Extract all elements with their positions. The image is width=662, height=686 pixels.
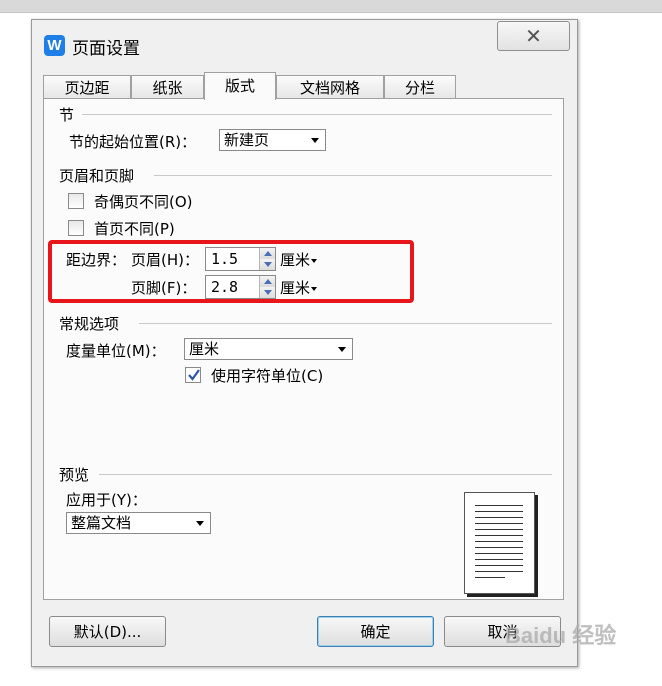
odd-even-label: 奇偶页不同(O) bbox=[94, 193, 193, 211]
page-preview-thumbnail bbox=[464, 492, 535, 594]
apply-to-select[interactable]: 整篇文档 bbox=[66, 512, 211, 534]
measure-unit-select[interactable]: 厘米 bbox=[184, 338, 353, 360]
general-options-group-title: 常规选项 bbox=[59, 315, 120, 333]
default-button[interactable]: 默认(D)... bbox=[49, 616, 166, 647]
odd-even-checkbox[interactable] bbox=[68, 193, 84, 209]
char-unit-checkbox[interactable] bbox=[185, 367, 201, 383]
preview-group-title: 预览 bbox=[59, 466, 90, 484]
tab-paper[interactable]: 纸张 bbox=[131, 75, 204, 99]
measure-unit-value: 厘米 bbox=[189, 340, 220, 358]
divider bbox=[99, 474, 552, 475]
layout-tab-panel: 节 节的起始位置(R)： 新建页 页眉和页脚 奇偶页不同(O) 首页不同(P) … bbox=[43, 98, 564, 600]
chevron-down-icon bbox=[338, 347, 346, 352]
watermark: Baidu 经验 bbox=[505, 623, 617, 648]
tab-document-grid[interactable]: 文档网格 bbox=[276, 75, 384, 99]
divider bbox=[154, 175, 552, 176]
title-bar: W 页面设置 ✕ bbox=[32, 20, 577, 64]
close-button[interactable]: ✕ bbox=[497, 21, 570, 51]
section-group-title: 节 bbox=[59, 106, 75, 124]
ok-button[interactable]: 确定 bbox=[317, 616, 434, 647]
dialog-title: 页面设置 bbox=[72, 39, 140, 59]
tab-margins[interactable]: 页边距 bbox=[43, 75, 131, 99]
first-page-checkbox[interactable] bbox=[68, 220, 84, 236]
checkmark-icon bbox=[188, 369, 200, 381]
wps-app-icon: W bbox=[44, 35, 65, 56]
divider bbox=[82, 114, 552, 115]
apply-to-value: 整篇文档 bbox=[71, 514, 132, 532]
page-setup-dialog: W 页面设置 ✕ 页边距 纸张 版式 文档网格 分栏 节 节的起始位置(R)： … bbox=[31, 19, 578, 667]
section-start-value: 新建页 bbox=[224, 131, 270, 149]
section-start-label: 节的起始位置(R)： bbox=[69, 133, 197, 151]
chevron-down-icon bbox=[311, 138, 319, 143]
header-footer-group-title: 页眉和页脚 bbox=[59, 167, 135, 185]
divider bbox=[139, 323, 552, 324]
tab-columns[interactable]: 分栏 bbox=[384, 75, 456, 99]
highlight-annotation-box bbox=[48, 240, 414, 303]
section-start-select[interactable]: 新建页 bbox=[219, 129, 326, 151]
char-unit-label: 使用字符单位(C) bbox=[211, 367, 324, 385]
first-page-label: 首页不同(P) bbox=[94, 220, 175, 238]
chevron-down-icon bbox=[196, 521, 204, 526]
background-strip bbox=[0, 0, 662, 13]
apply-to-label: 应用于(Y)： bbox=[66, 491, 147, 509]
measure-unit-label: 度量单位(M)： bbox=[66, 342, 166, 360]
tab-layout[interactable]: 版式 bbox=[204, 72, 276, 100]
